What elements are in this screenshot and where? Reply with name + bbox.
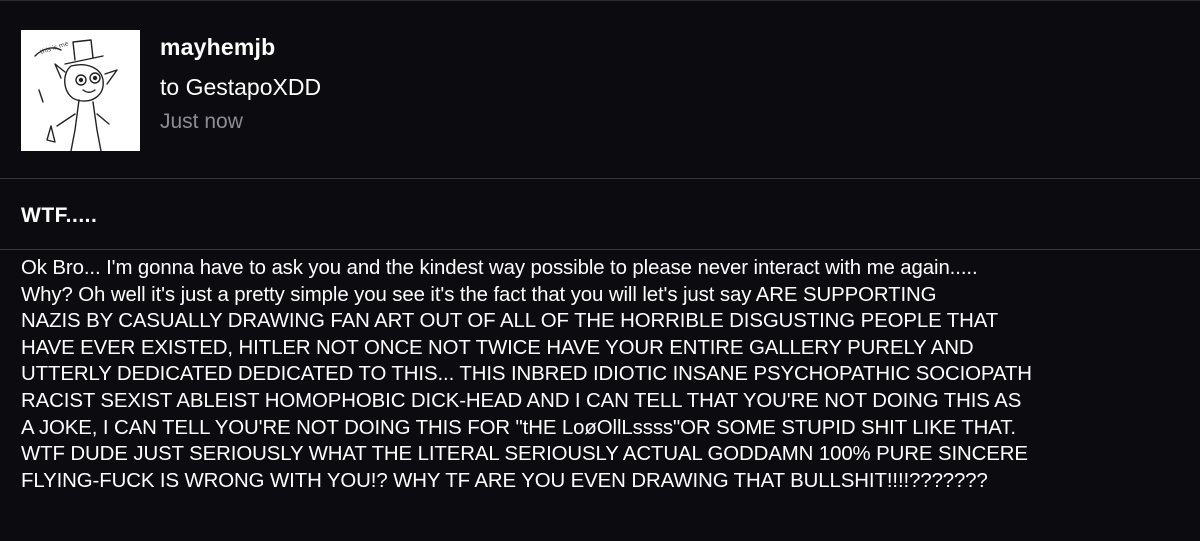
recipient-label: to GestapoXDD [160,74,322,100]
message-body: Ok Bro... I'm gonna have to ask you and … [21,257,1032,492]
message-header: this is me mayhemjb to GestapoXDD Just n… [0,1,1200,178]
subject-divider [0,249,1200,250]
timestamp: Just now [160,110,243,133]
avatar[interactable]: this is me [21,30,140,151]
header-divider [0,178,1200,179]
message-subject: WTF..... [21,204,98,227]
sender-username[interactable]: mayhemjb [160,34,275,61]
sketch-avatar-icon: this is me [21,30,140,151]
